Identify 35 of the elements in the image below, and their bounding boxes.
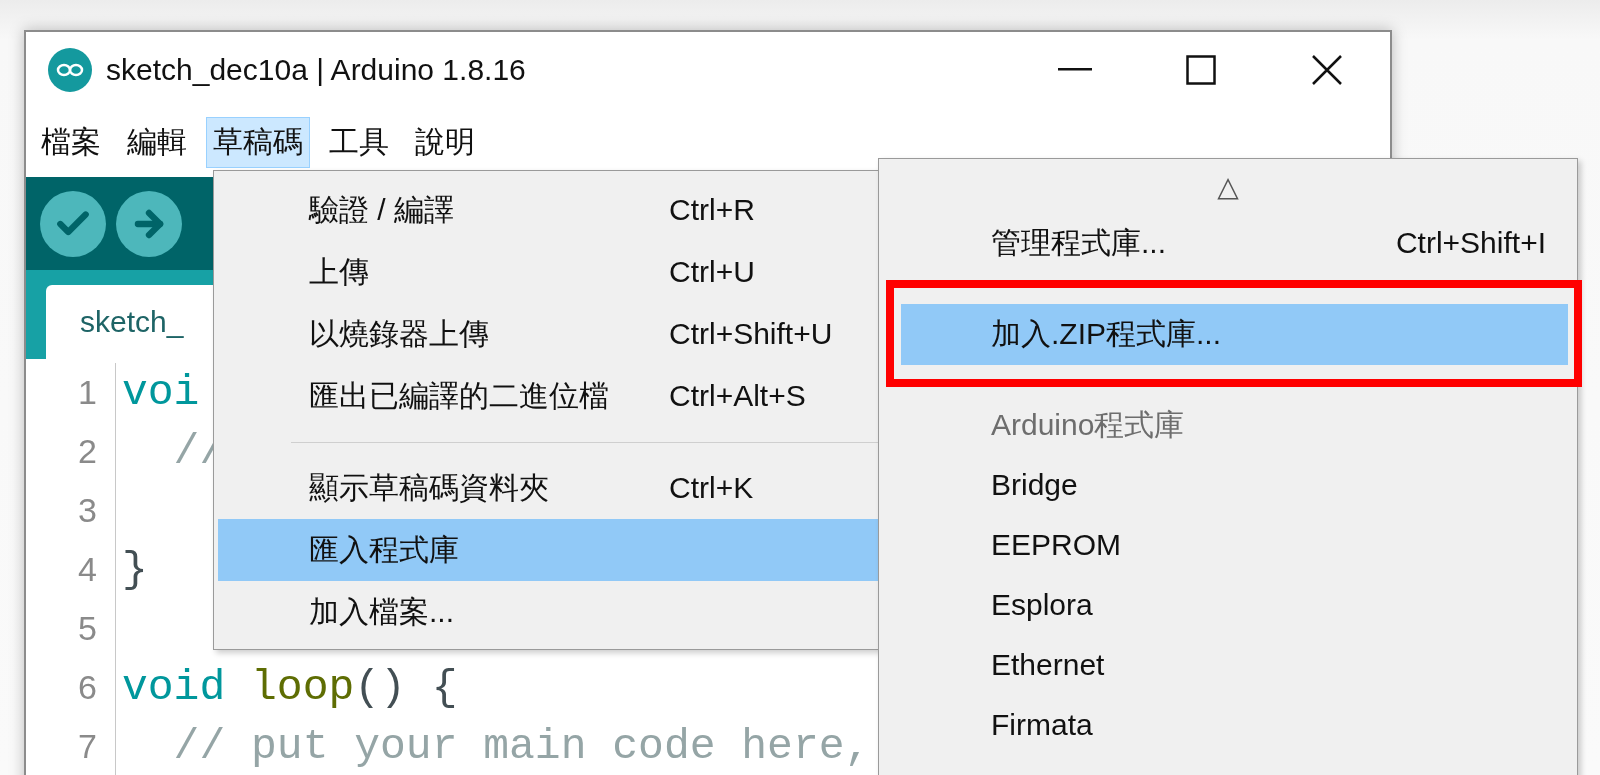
line-number: 7 — [77, 726, 98, 767]
section-header: Arduino程式庫 — [990, 406, 1186, 443]
line-number: 5 — [77, 608, 98, 649]
menu-item[interactable]: 匯出已編譯的二進位檔 Ctrl+Alt+S — [218, 365, 879, 427]
menu-bar-item[interactable]: 編輯 — [120, 116, 194, 168]
close-icon — [1312, 54, 1342, 85]
maximize-icon — [1186, 54, 1216, 85]
code-line: // put your main code here, — [172, 721, 872, 773]
menu-item[interactable]: 加入.ZIP程式庫... — [901, 304, 1568, 365]
scroll-up-indicator[interactable]: △ — [879, 159, 1577, 213]
menu-bar-item[interactable]: 草稿碼 — [206, 116, 310, 168]
menu-item[interactable]: EEPROM — [901, 515, 1568, 575]
menu-item[interactable]: 加入檔案... — [218, 581, 879, 643]
menu-item[interactable]: 驗證 / 編譯 Ctrl+R — [218, 179, 879, 241]
app-logo-icon — [48, 47, 92, 92]
menu-bar-item[interactable]: 說明 — [408, 116, 482, 168]
code-line: void loop() { — [122, 662, 458, 714]
menu-item[interactable]: Firmata — [901, 695, 1568, 755]
line-number: 1 — [77, 372, 98, 413]
line-number: 3 — [77, 490, 98, 531]
window-title: sketch_dec10a | Arduino 1.8.16 — [106, 52, 526, 87]
line-number: 2 — [77, 431, 98, 472]
menu-item[interactable]: Ethernet — [901, 635, 1568, 695]
menu-item[interactable]: 匯入程式庫 — [218, 519, 879, 581]
code-line: } — [122, 544, 148, 596]
menu-item[interactable]: 管理程式庫... Ctrl+Shift+I — [901, 213, 1568, 273]
menu-bar-item[interactable]: 檔案 — [34, 116, 108, 168]
line-number: 4 — [77, 549, 98, 590]
line-number: 6 — [77, 667, 98, 708]
code-line: voi — [122, 367, 200, 419]
minimize-icon — [1058, 67, 1092, 72]
menu-item[interactable]: 顯示草稿碼資料夾 Ctrl+K — [218, 457, 879, 519]
menu-item[interactable]: Esplora — [901, 575, 1568, 635]
menu-bar-item[interactable]: 工具 — [322, 116, 396, 168]
menu-item[interactable]: Bridge — [901, 455, 1568, 515]
